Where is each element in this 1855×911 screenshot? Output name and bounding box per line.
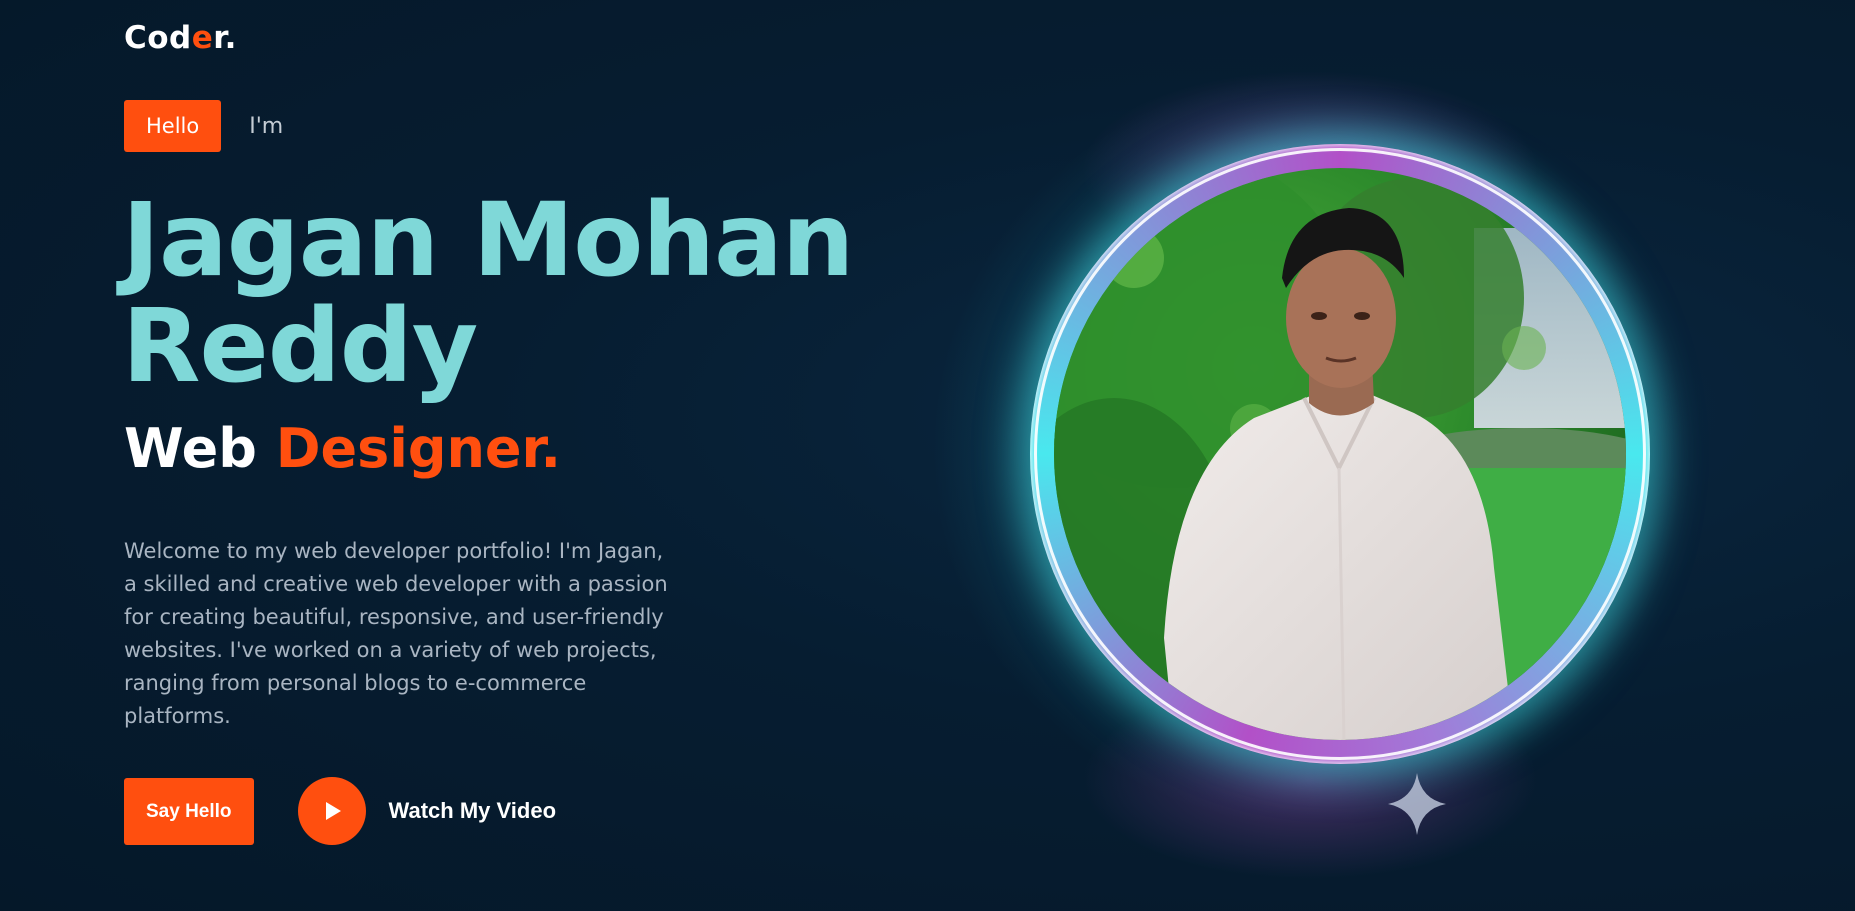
- greeting-intro: I'm: [249, 113, 284, 139]
- hello-badge: Hello: [124, 100, 222, 152]
- greeting-row: Hello I'm: [124, 100, 283, 152]
- site-logo[interactable]: Coder.: [124, 20, 237, 56]
- watch-video-label: Watch My Video: [388, 798, 557, 823]
- hero-name-line1: Jagan Mohan: [122, 181, 854, 300]
- portrait-ring: [1030, 144, 1650, 764]
- logo-text-end: r.: [213, 20, 237, 56]
- hero-page: Coder. Hello I'm Jagan Mohan Reddy Web D…: [0, 0, 1855, 911]
- logo-text-accent: e: [191, 20, 214, 56]
- hero-name-line2: Reddy: [122, 287, 478, 406]
- profile-photo: [1054, 168, 1626, 740]
- hero-name: Jagan Mohan Reddy: [122, 188, 854, 400]
- sparkle-icon: [1388, 773, 1446, 835]
- hero-role: Web Designer.: [124, 414, 561, 484]
- profile-photo-illustration: [1054, 168, 1626, 740]
- hero-description: Welcome to my web developer portfolio! I…: [124, 539, 668, 728]
- logo-text-start: Cod: [124, 20, 192, 56]
- say-hello-button[interactable]: Say Hello: [124, 777, 254, 845]
- watch-video-link[interactable]: Watch My Video: [297, 777, 557, 845]
- play-button[interactable]: [297, 777, 366, 845]
- play-icon: [325, 802, 341, 820]
- hero-role-word: Web: [124, 417, 257, 480]
- hero-actions: Say Hello Watch My Video: [124, 777, 556, 845]
- hero-role-accent: Designer.: [275, 417, 562, 480]
